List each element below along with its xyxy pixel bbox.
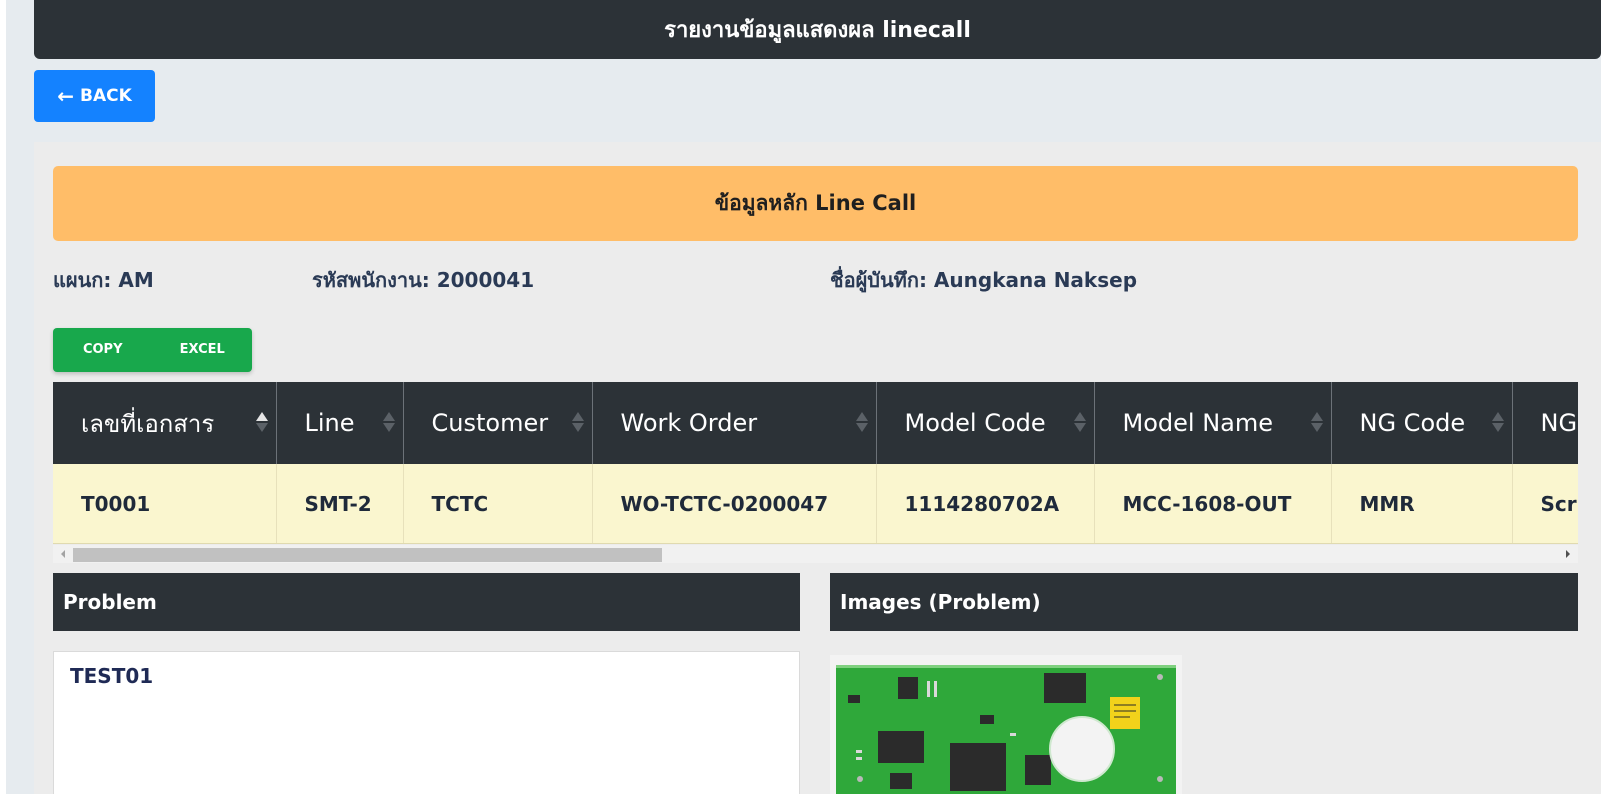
table-header-row: เลขที่เอกสาร Line Customer Work Order Mo… bbox=[53, 382, 1578, 464]
sort-icon[interactable] bbox=[1310, 409, 1323, 435]
scroll-left-icon[interactable] bbox=[55, 545, 71, 563]
problem-text: TEST01 bbox=[70, 664, 154, 688]
images-title: Images (Problem) bbox=[840, 590, 1041, 614]
horizontal-scrollbar[interactable] bbox=[53, 545, 1578, 563]
column-header-line[interactable]: Line bbox=[276, 382, 404, 464]
column-header-doc-no[interactable]: เลขที่เอกสาร bbox=[53, 382, 277, 464]
sort-icon[interactable] bbox=[382, 409, 395, 435]
problem-image[interactable] bbox=[830, 655, 1182, 794]
problem-header: Problem bbox=[53, 573, 800, 631]
table-cell: MMR bbox=[1331, 464, 1513, 544]
column-header-work-order[interactable]: Work Order bbox=[592, 382, 877, 464]
table-cell: 1114280702A bbox=[876, 464, 1095, 544]
scroll-right-icon[interactable] bbox=[1560, 545, 1576, 563]
main-section-title: ข้อมูลหลัก Line Call bbox=[714, 191, 917, 215]
table-cell: T0001 bbox=[53, 464, 277, 544]
table-cell: TCTC bbox=[403, 464, 593, 544]
linecall-table: เลขที่เอกสาร Line Customer Work Order Mo… bbox=[53, 382, 1578, 544]
images-header: Images (Problem) bbox=[830, 573, 1578, 631]
column-header-ng[interactable]: NG bbox=[1512, 382, 1578, 464]
column-header-customer[interactable]: Customer bbox=[403, 382, 593, 464]
problem-text-box: TEST01 bbox=[53, 651, 800, 794]
page-title: รายงานข้อมูลแสดงผล linecall bbox=[664, 18, 971, 43]
sort-icon[interactable] bbox=[855, 409, 868, 435]
table-row[interactable]: T0001 SMT-2 TCTC WO-TCTC-0200047 1114280… bbox=[53, 464, 1578, 544]
sort-icon[interactable] bbox=[571, 409, 584, 435]
column-header-ng-code[interactable]: NG Code bbox=[1331, 382, 1513, 464]
column-header-model-name[interactable]: Model Name bbox=[1094, 382, 1332, 464]
arrow-left-icon: ← bbox=[57, 84, 74, 108]
left-edge-strip bbox=[0, 0, 6, 794]
main-section-banner: ข้อมูลหลัก Line Call bbox=[53, 166, 1578, 241]
linecall-table-wrapper: เลขที่เอกสาร Line Customer Work Order Mo… bbox=[53, 382, 1578, 565]
page-title-bar: รายงานข้อมูลแสดงผล linecall bbox=[34, 0, 1601, 59]
table-cell: WO-TCTC-0200047 bbox=[592, 464, 877, 544]
table-cell: Scr bbox=[1512, 464, 1578, 544]
sort-icon[interactable] bbox=[1073, 409, 1086, 435]
table-cell: MCC-1608-OUT bbox=[1094, 464, 1332, 544]
export-button-group: COPY EXCEL bbox=[53, 328, 252, 372]
table-cell: SMT-2 bbox=[276, 464, 404, 544]
pcb-board-picture bbox=[830, 655, 1182, 794]
copy-button[interactable]: COPY bbox=[53, 328, 153, 372]
problem-title: Problem bbox=[63, 590, 157, 614]
sort-icon[interactable] bbox=[1491, 409, 1504, 435]
back-button[interactable]: ← BACK bbox=[34, 70, 155, 122]
department-info: แผนก: AM bbox=[53, 268, 154, 292]
back-button-label: BACK bbox=[80, 86, 132, 106]
employee-id-info: รหัสพนักงาน: 2000041 bbox=[312, 268, 535, 292]
excel-button[interactable]: EXCEL bbox=[153, 328, 253, 372]
column-header-model-code[interactable]: Model Code bbox=[876, 382, 1095, 464]
scroll-thumb[interactable] bbox=[73, 548, 662, 562]
sort-icon[interactable] bbox=[255, 409, 268, 435]
recorder-info: ชื่อผู้บันทึก: Aungkana Naksep bbox=[830, 268, 1138, 292]
